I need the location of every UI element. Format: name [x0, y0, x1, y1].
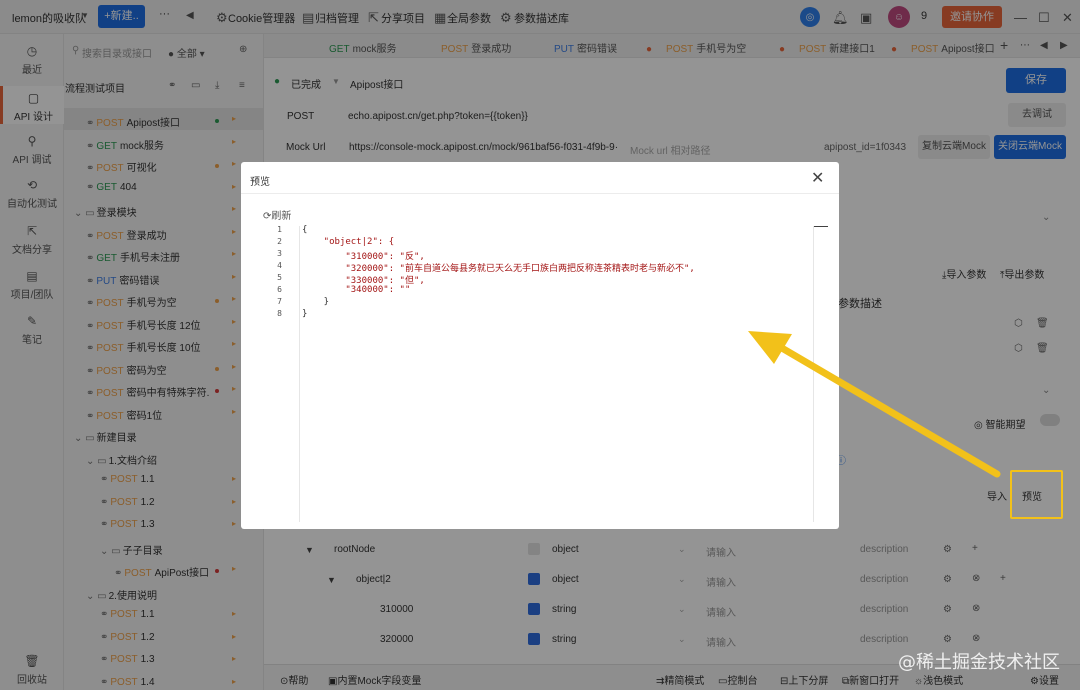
watermark: @稀土掘金技术社区	[898, 652, 1060, 673]
preview-highlight-box	[1010, 470, 1063, 519]
arrow-shaft	[771, 340, 1001, 478]
annotation-arrow	[748, 331, 1001, 478]
